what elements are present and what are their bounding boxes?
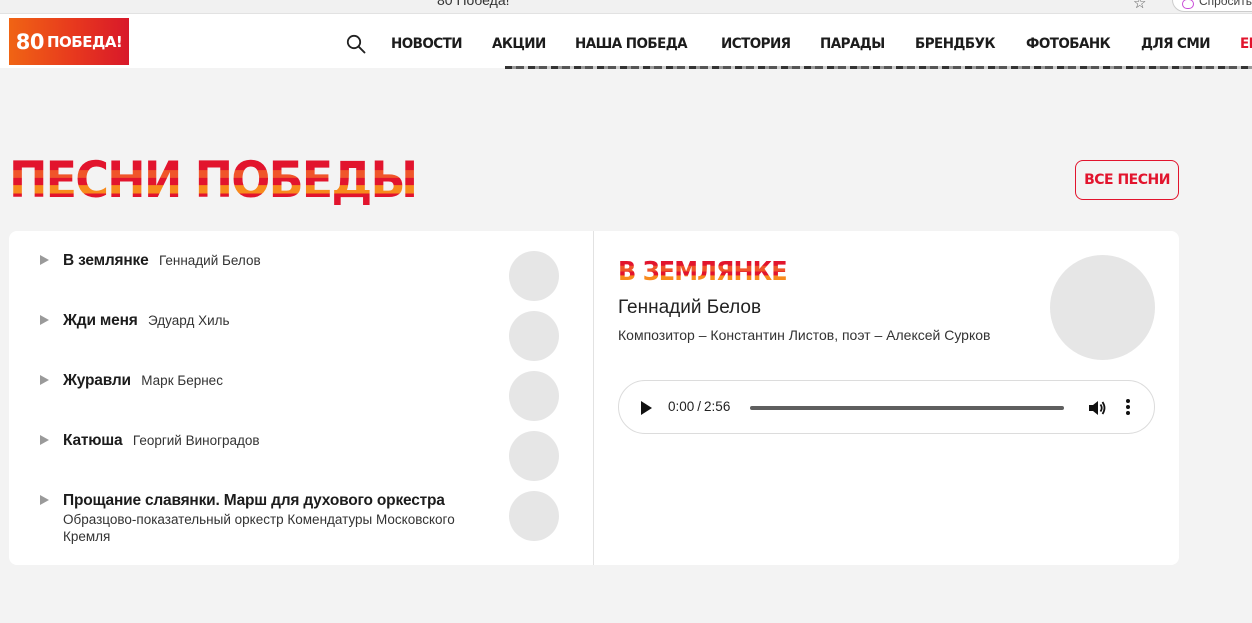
nav-item-actions[interactable]: АКЦИИ — [492, 36, 546, 52]
player-duration: 2:56 — [704, 399, 731, 414]
volume-icon[interactable] — [1087, 398, 1107, 418]
player-current-time: 0:00 — [668, 399, 695, 414]
browser-assistant-button[interactable]: Спросить — [1172, 0, 1252, 12]
search-icon[interactable] — [346, 34, 366, 54]
logo-word: ПОБЕДА! — [46, 32, 123, 51]
song-title: В землянке — [63, 252, 149, 269]
song-artist: Эдуард Хиль — [148, 313, 230, 328]
play-icon[interactable] — [40, 435, 49, 445]
play-icon[interactable] — [40, 255, 49, 265]
nav-item-photobank[interactable]: ФОТОБАНК — [1026, 36, 1111, 52]
more-options-icon[interactable] — [1125, 398, 1131, 418]
player-seek-bar[interactable] — [750, 406, 1064, 410]
songs-card: В землянке Геннадий Белов Жди меня Эдуар… — [9, 231, 1179, 565]
nav-item-press[interactable]: ДЛЯ СМИ — [1141, 36, 1211, 52]
song-list-item[interactable]: Катюша Георгий Виноградов — [9, 411, 593, 481]
logo-number: 80 — [15, 29, 45, 54]
all-songs-button[interactable]: ВСЕ ПЕСНИ — [1075, 160, 1179, 200]
song-list-item[interactable]: Жди меня Эдуард Хиль — [9, 291, 593, 361]
song-artist: Геннадий Белов — [158, 253, 261, 268]
song-thumbnail — [509, 491, 559, 541]
browser-tab-strip: 80 Победа! ☆ Спросить — [0, 0, 1252, 14]
song-text: Журавли Марк Бернес — [63, 371, 483, 391]
play-icon[interactable] — [40, 315, 49, 325]
song-list-item[interactable]: Журавли Марк Бернес — [9, 351, 593, 421]
song-artist: Образцово-показательный оркестр Комендат… — [63, 512, 455, 544]
nav-item-parades[interactable]: ПАРАДЫ — [820, 36, 885, 52]
section-title: ПЕСНИ ПОБЕДЫ — [9, 151, 418, 209]
song-title: Журавли — [63, 372, 131, 389]
song-text: Прощание славянки. Марш для духового орк… — [63, 491, 483, 545]
song-list-item[interactable]: Прощание славянки. Марш для духового орк… — [9, 471, 593, 565]
song-artist: Георгий Виноградов — [132, 433, 260, 448]
song-title: Прощание славянки. Марш для духового орк… — [63, 492, 445, 509]
song-text: Катюша Георгий Виноградов — [63, 431, 483, 451]
song-title: Жди меня — [63, 312, 138, 329]
song-list: В землянке Геннадий Белов Жди меня Эдуар… — [9, 231, 593, 565]
song-list-item[interactable]: В землянке Геннадий Белов — [9, 231, 593, 301]
song-artist: Марк Бернес — [141, 373, 223, 388]
detail-artist: Геннадий Белов — [618, 297, 762, 318]
play-icon[interactable] — [641, 401, 652, 415]
audio-player: 0:00/2:56 — [618, 380, 1155, 434]
nav-item-news[interactable]: НОВОСТИ — [391, 36, 463, 52]
main-nav: НОВОСТИ АКЦИИ НАША ПОБЕДА ИСТОРИЯ ПАРАДЫ… — [391, 33, 1252, 55]
player-time: 0:00/2:56 — [668, 399, 730, 414]
player-time-separator: / — [697, 399, 702, 414]
detail-title: В ЗЕМЛЯНКЕ — [618, 257, 788, 287]
site-logo[interactable]: 80 ПОБЕДА! — [9, 18, 129, 65]
play-icon[interactable] — [40, 375, 49, 385]
nav-item-our-victory[interactable]: НАША ПОБЕДА — [575, 36, 688, 52]
bookmark-star-icon[interactable]: ☆ — [1133, 0, 1146, 12]
nav-item-brandbook[interactable]: БРЕНДБУК — [915, 36, 995, 52]
song-title: Катюша — [63, 432, 123, 449]
song-text: Жди меня Эдуард Хиль — [63, 311, 483, 331]
play-icon[interactable] — [40, 495, 49, 505]
song-detail: В ЗЕМЛЯНКЕ Геннадий Белов Композитор – К… — [594, 231, 1179, 565]
nav-item-language-en[interactable]: EN — [1240, 36, 1252, 52]
browser-tab-title[interactable]: 80 Победа! — [437, 0, 510, 8]
detail-credits: Композитор – Константин Листов, поэт – А… — [618, 327, 991, 343]
detail-thumbnail — [1050, 255, 1155, 360]
header-photo-banner — [505, 66, 1252, 69]
nav-item-history[interactable]: ИСТОРИЯ — [721, 36, 791, 52]
chat-bubble-icon — [1182, 0, 1194, 9]
song-text: В землянке Геннадий Белов — [63, 251, 483, 271]
browser-assistant-label: Спросить — [1199, 0, 1252, 8]
